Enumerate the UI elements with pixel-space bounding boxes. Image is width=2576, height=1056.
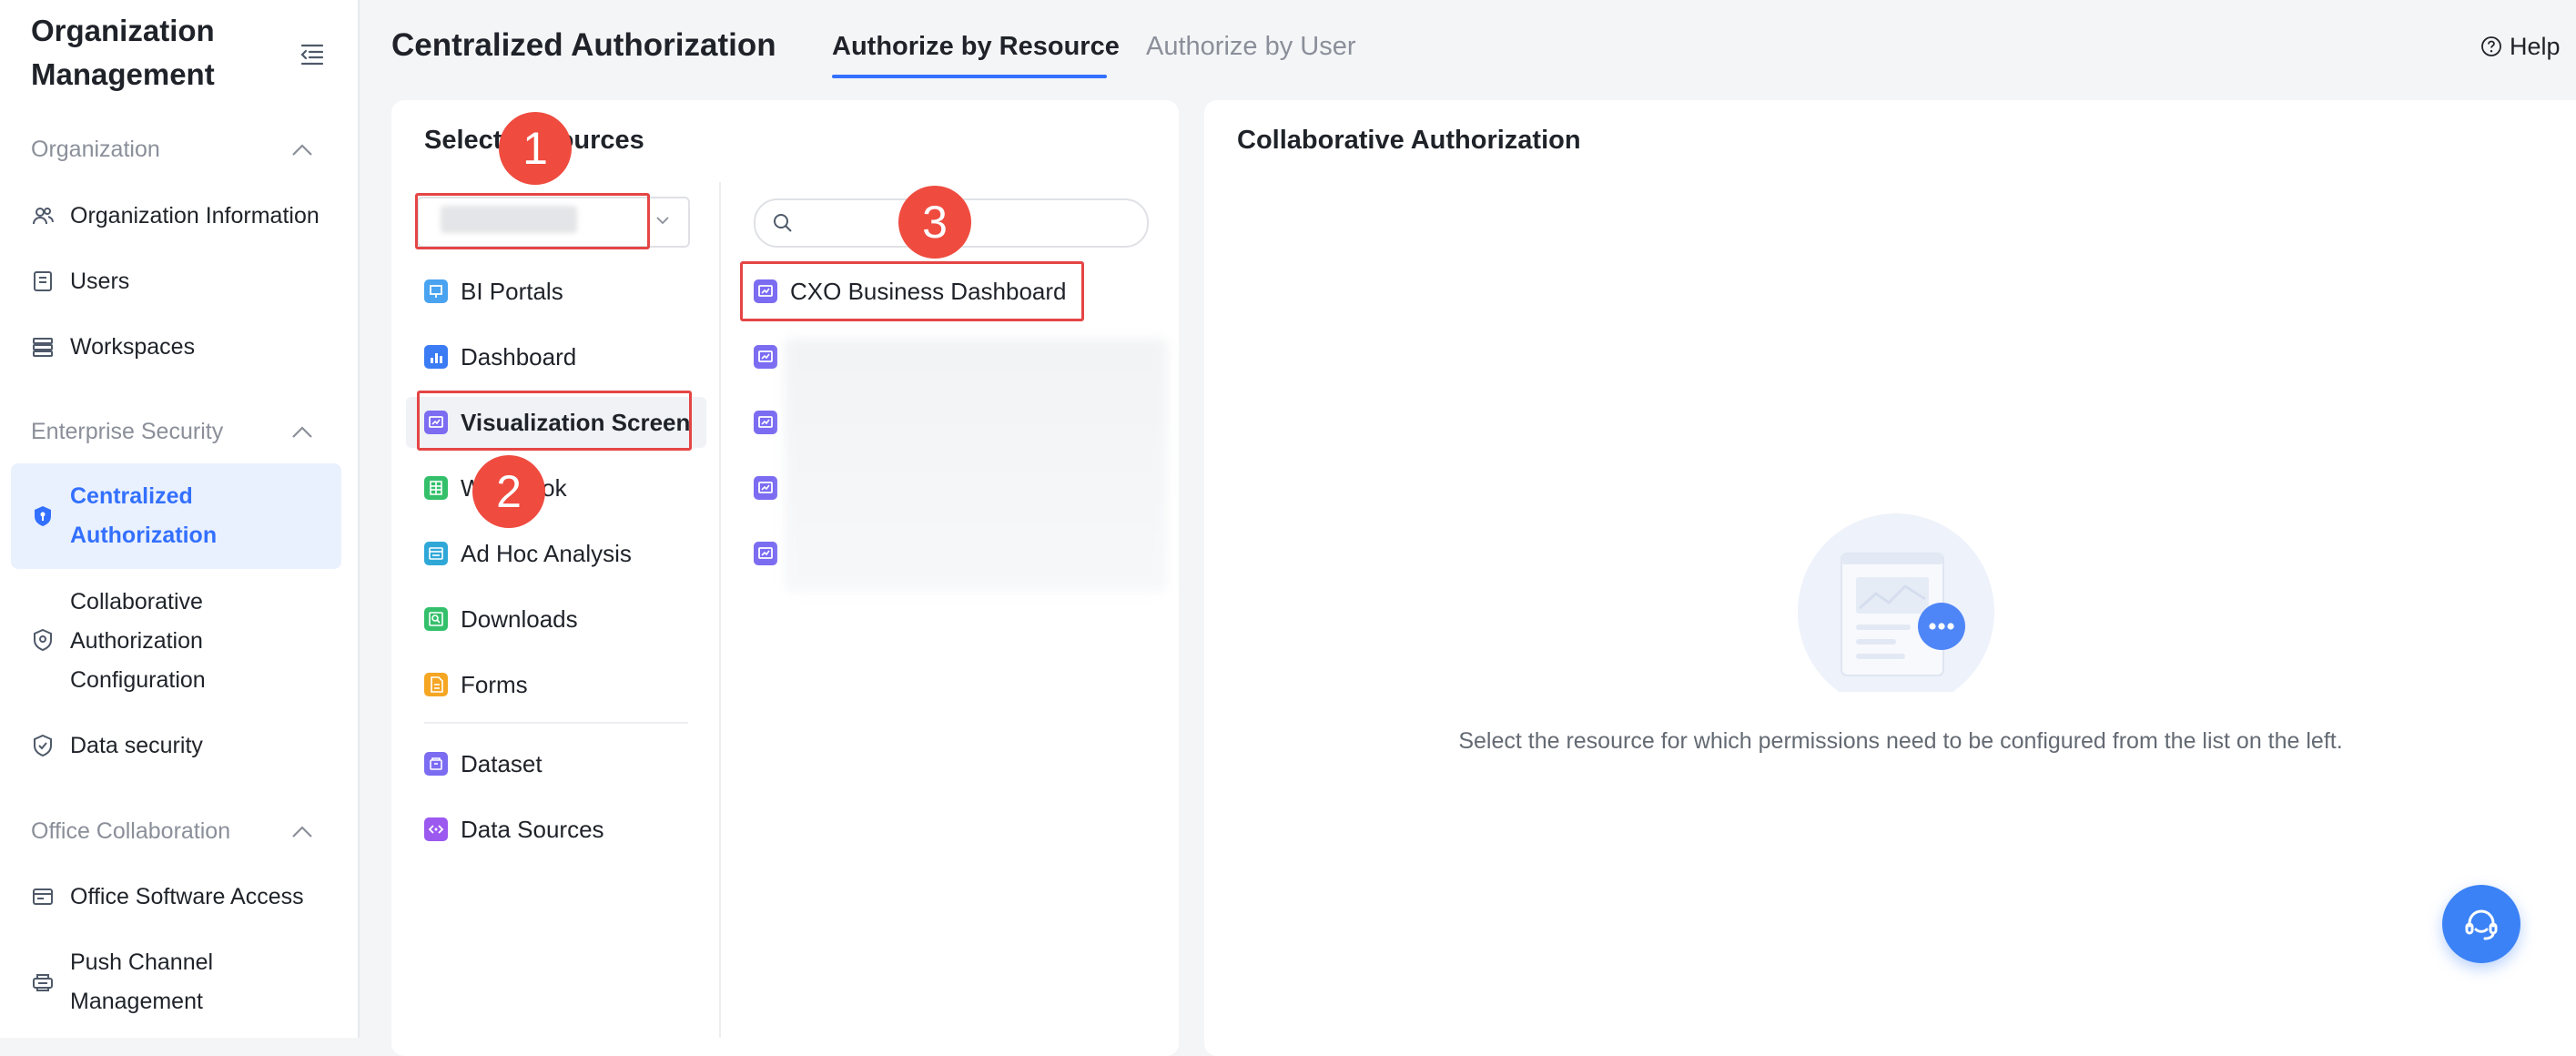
sidebar: Organization Management Organization Org… bbox=[0, 0, 360, 1038]
screen-icon bbox=[754, 476, 777, 500]
resource-type-visualization-screen[interactable]: Visualization Screen bbox=[406, 397, 706, 448]
chevron-down-icon bbox=[654, 211, 672, 229]
resource-item-label: CXO Business Dashboard bbox=[790, 278, 1067, 305]
resource-type-label: BI Portals bbox=[461, 278, 563, 305]
sidebar-item-label: Centralized Authorization bbox=[70, 483, 218, 548]
download-icon bbox=[424, 607, 448, 631]
page-title: Centralized Authorization bbox=[391, 27, 776, 63]
shield-check-icon bbox=[31, 734, 55, 757]
active-tab-indicator bbox=[832, 75, 1107, 78]
resource-item-redacted[interactable] bbox=[746, 331, 783, 382]
resource-item-redacted[interactable] bbox=[746, 462, 783, 513]
resource-type-workbook[interactable]: Workbook bbox=[424, 462, 705, 513]
datasource-icon bbox=[424, 817, 448, 841]
section-organization[interactable]: Organization bbox=[31, 137, 160, 163]
screen-icon bbox=[424, 411, 448, 434]
resource-type-label: Ad Hoc Analysis bbox=[461, 540, 632, 567]
resource-item-redacted[interactable] bbox=[746, 528, 783, 579]
bar-chart-icon bbox=[424, 345, 448, 369]
sidebar-item-label: Push Channel Management bbox=[70, 949, 214, 1014]
sidebar-item-label: Office Software Access bbox=[70, 884, 304, 909]
user-card-icon bbox=[31, 269, 55, 293]
sidebar-item-collaborative-authorization-configuration[interactable]: Collaborative Authorization Configuratio… bbox=[31, 583, 340, 700]
resource-type-downloads[interactable]: Downloads bbox=[424, 594, 705, 645]
sidebar-item-label: Organization Information bbox=[70, 203, 319, 228]
chevron-up-icon[interactable] bbox=[289, 824, 315, 840]
resource-type-label: Dataset bbox=[461, 750, 543, 777]
help-link[interactable]: Help bbox=[2480, 33, 2561, 61]
resource-type-ad-hoc-analysis[interactable]: Ad Hoc Analysis bbox=[424, 528, 705, 579]
portal-icon bbox=[424, 279, 448, 303]
sidebar-title: Organization Management bbox=[31, 14, 215, 91]
collab-panel-title: Collaborative Authorization bbox=[1237, 126, 1581, 155]
section-office-collaboration[interactable]: Office Collaboration bbox=[31, 818, 230, 845]
people-icon bbox=[31, 204, 55, 228]
layers-icon bbox=[31, 335, 55, 359]
resource-type-divider bbox=[424, 722, 688, 724]
customer-support-button[interactable] bbox=[2442, 885, 2520, 963]
shield-icon bbox=[31, 628, 55, 652]
sidebar-item-data-security[interactable]: Data security bbox=[31, 726, 340, 766]
empty-state-illustration bbox=[1796, 510, 2005, 692]
collapse-sidebar-icon[interactable] bbox=[299, 40, 326, 67]
chevron-up-icon[interactable] bbox=[289, 424, 315, 441]
help-circle-icon bbox=[2480, 36, 2502, 57]
sidebar-item-centralized-authorization[interactable]: Centralized Authorization bbox=[31, 477, 340, 555]
workspace-select-value-redacted bbox=[441, 206, 577, 233]
resource-type-dataset[interactable]: Dataset bbox=[424, 738, 705, 789]
redacted-resource-names bbox=[785, 339, 1167, 592]
sidebar-item-workspaces[interactable]: Workspaces bbox=[31, 328, 340, 367]
resource-type-label: Dashboard bbox=[461, 343, 577, 371]
screen-icon bbox=[754, 411, 777, 434]
resource-type-bi-portals[interactable]: BI Portals bbox=[424, 266, 705, 317]
sidebar-item-push-channel-management[interactable]: Push Channel Management bbox=[31, 943, 340, 1021]
resource-item-cxo-business-dashboard[interactable]: CXO Business Dashboard bbox=[746, 266, 1165, 317]
screen-icon bbox=[754, 345, 777, 369]
spreadsheet-icon bbox=[424, 476, 448, 500]
tab-authorize-by-user[interactable]: Authorize by User bbox=[1146, 32, 1356, 62]
sidebar-item-users[interactable]: Users bbox=[31, 262, 340, 301]
sidebar-item-office-software-access[interactable]: Office Software Access bbox=[31, 878, 340, 917]
resource-type-label: Downloads bbox=[461, 605, 578, 633]
screen-icon bbox=[754, 542, 777, 565]
screen-icon bbox=[754, 279, 777, 303]
sidebar-item-organization-information[interactable]: Organization Information bbox=[31, 197, 340, 236]
window-icon bbox=[31, 885, 55, 909]
step-badge-1: 1 bbox=[499, 112, 572, 185]
section-enterprise-security[interactable]: Enterprise Security bbox=[31, 419, 223, 445]
sidebar-item-label: Users bbox=[70, 269, 130, 294]
sidebar-item-label: Data security bbox=[70, 733, 203, 758]
resource-type-data-sources[interactable]: Data Sources bbox=[424, 804, 705, 855]
headset-icon bbox=[2461, 904, 2501, 944]
help-label: Help bbox=[2510, 33, 2561, 60]
resource-type-dashboard[interactable]: Dashboard bbox=[424, 331, 705, 382]
resource-type-forms[interactable]: Forms bbox=[424, 659, 705, 710]
resource-type-label: Forms bbox=[461, 671, 528, 698]
tab-authorize-by-resource[interactable]: Authorize by Resource bbox=[832, 32, 1120, 62]
search-icon bbox=[772, 212, 794, 234]
resource-item-redacted[interactable] bbox=[746, 397, 783, 448]
chevron-up-icon[interactable] bbox=[289, 142, 315, 158]
push-channel-icon bbox=[31, 970, 55, 994]
resource-type-label: Data Sources bbox=[461, 816, 604, 843]
dataset-icon bbox=[424, 752, 448, 776]
step-badge-3: 3 bbox=[898, 186, 971, 259]
form-icon bbox=[424, 673, 448, 696]
sidebar-item-label: Collaborative Authorization Configuratio… bbox=[70, 589, 206, 693]
analysis-icon bbox=[424, 542, 448, 565]
step-badge-2: 2 bbox=[472, 455, 545, 528]
sidebar-item-label: Workspaces bbox=[70, 334, 196, 360]
shield-lock-icon bbox=[31, 504, 55, 528]
resource-type-label: Visualization Screen bbox=[461, 409, 691, 436]
empty-state-message: Select the resource for which permission… bbox=[1458, 728, 2343, 754]
column-divider bbox=[719, 182, 721, 1038]
